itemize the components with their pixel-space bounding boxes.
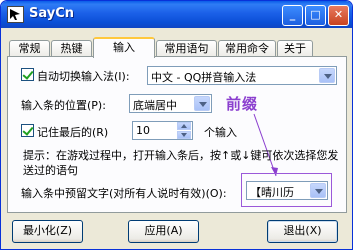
minimize-button[interactable]: 最小化(Z)	[12, 220, 83, 243]
chevron-down-icon[interactable]	[310, 183, 326, 198]
minimize-window-button[interactable]: _	[282, 5, 303, 26]
tab-common-commands[interactable]: 常用命令	[218, 40, 276, 57]
prefix-select-value: 【晴川历	[250, 186, 294, 199]
ime-select-value: 中文 - QQ拼音输入法	[151, 71, 257, 84]
exit-button[interactable]: 退出(X)	[267, 220, 338, 243]
tab-hotkeys[interactable]: 热键	[51, 40, 92, 57]
saycn-window: SayCn _ □ ✕ 常规 热键 输入 常用语句 常用命令 关于 自动切换输入…	[0, 0, 353, 250]
auto-switch-checkbox[interactable]	[21, 68, 34, 81]
prefix-label: 输入条中预留文字(对所有人说时有效)(O):	[21, 187, 227, 200]
spin-down-icon[interactable]	[177, 131, 191, 139]
app-icon	[7, 6, 24, 23]
maximize-window-button[interactable]: □	[305, 5, 326, 26]
position-select-value: 底端居中	[133, 99, 177, 112]
remember-label: 记住最后的(R)	[37, 126, 109, 139]
ime-select[interactable]: 中文 - QQ拼音输入法	[147, 66, 337, 85]
prefix-select[interactable]: 【晴川历	[246, 181, 328, 200]
remember-count-value: 10	[136, 124, 150, 137]
close-window-button[interactable]: ✕	[328, 5, 349, 26]
apply-button[interactable]: 应用(A)	[128, 220, 199, 243]
position-label: 输入条的位置(P):	[21, 99, 106, 112]
tab-about[interactable]: 关于	[277, 40, 313, 57]
remember-suffix: 个输入	[204, 126, 237, 139]
spin-up-icon[interactable]	[177, 122, 191, 130]
title-bar[interactable]: SayCn _ □ ✕	[1, 1, 352, 28]
position-select[interactable]: 底端居中	[129, 94, 212, 113]
tab-general[interactable]: 常规	[9, 40, 50, 57]
window-title: SayCn	[29, 6, 75, 21]
auto-switch-label: 自动切换输入法(I):	[37, 70, 130, 83]
remember-checkbox[interactable]	[21, 124, 34, 137]
remember-count-spinner[interactable]: 10	[132, 121, 193, 140]
tab-common-phrases[interactable]: 常用语句	[156, 40, 217, 57]
tab-input[interactable]: 输入	[93, 37, 155, 58]
prefix-annotation: 前缀	[226, 95, 259, 113]
chevron-down-icon[interactable]	[194, 96, 210, 111]
chevron-down-icon[interactable]	[319, 68, 335, 83]
